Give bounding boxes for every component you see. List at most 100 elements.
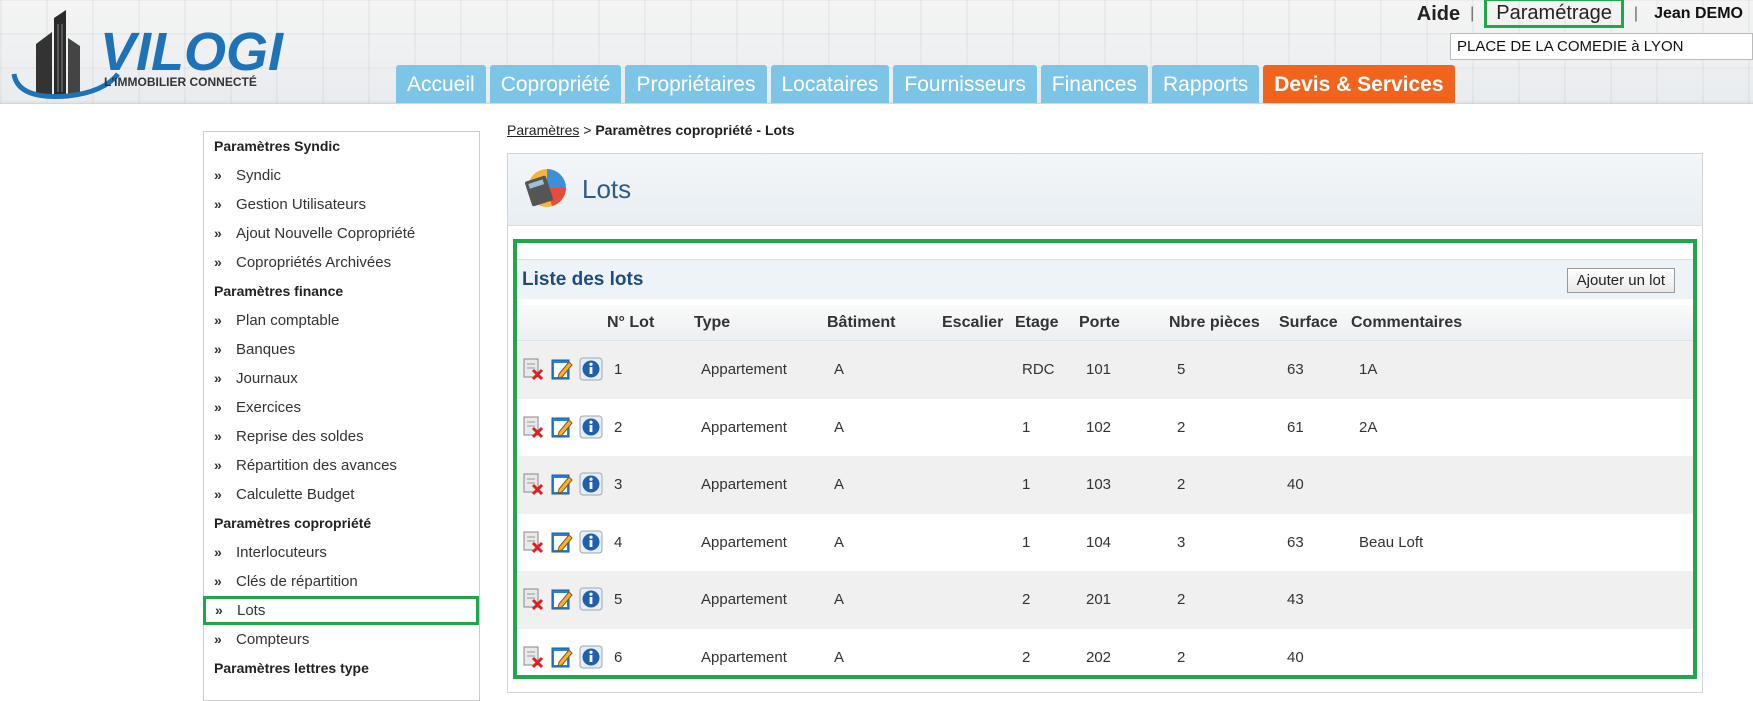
tab-rapports[interactable]: Rapports [1152, 65, 1260, 103]
column-header[interactable]: Escalier [942, 314, 1003, 332]
sidebar-item-interlocuteurs[interactable]: » Interlocuteurs [204, 538, 479, 567]
column-header[interactable]: Type [694, 314, 730, 332]
lot-pieces: 2 [1177, 591, 1186, 608]
lot-batiment: A [834, 591, 845, 608]
lot-commentaire: 2A [1359, 418, 1378, 436]
lot-pieces: 5 [1177, 361, 1186, 378]
sidebar-item-label: Compteurs [236, 631, 310, 648]
lot-pieces: 2 [1177, 418, 1186, 436]
sidebar-item-label: Gestion Utilisateurs [236, 196, 367, 213]
sidebar-item-ajout-nouvelle-copropriete[interactable]: » Ajout Nouvelle Copropriété [204, 219, 479, 248]
aide-link[interactable]: Aide [1417, 3, 1460, 26]
tab-proprietaires[interactable]: Propriétaires [625, 65, 767, 103]
lot-batiment: A [834, 476, 845, 493]
lot-porte: 201 [1086, 591, 1112, 608]
chevron-right-icon: » [214, 341, 222, 357]
info-icon[interactable] [579, 530, 603, 554]
edit-icon[interactable] [550, 530, 574, 554]
chevron-right-icon: » [214, 573, 222, 589]
sidebar-item-calculette-budget[interactable]: » Calculette Budget [204, 480, 479, 509]
logo-tagline: L'IMMOBILIER CONNECTÉ [104, 74, 257, 89]
info-icon[interactable] [579, 645, 603, 669]
sidebar-item-reprise-des-soldes[interactable]: » Reprise des soldes [204, 422, 479, 451]
table-row: 3 Appartement A 1 103 2 40 [517, 456, 1693, 514]
logo-wordmark: VILOGI [100, 22, 284, 82]
column-header[interactable]: Porte [1079, 314, 1120, 332]
chevron-right-icon: » [214, 254, 222, 270]
breadcrumb-parametres-link[interactable]: Paramètres [507, 122, 579, 138]
sidebar-item-plan-comptable[interactable]: » Plan comptable [204, 306, 479, 335]
table-row: 6 Appartement A 2 202 2 40 [517, 629, 1693, 676]
chevron-right-icon: » [214, 370, 222, 386]
edit-icon[interactable] [550, 472, 574, 496]
delete-icon[interactable] [521, 645, 545, 669]
tab-accueil[interactable]: Accueil [396, 65, 486, 103]
column-header[interactable]: Nbre pièces [1169, 314, 1260, 332]
list-title: Liste des lots [522, 268, 644, 290]
sidebar-item-label: Exercices [236, 399, 302, 416]
sidebar-item-syndic[interactable]: » Syndic [204, 161, 479, 190]
info-icon[interactable] [579, 357, 603, 381]
sidebar-item-label: Clés de répartition [236, 573, 358, 590]
lot-surface: 43 [1287, 591, 1304, 608]
tab-finances[interactable]: Finances [1040, 65, 1148, 103]
tab-fournisseurs[interactable]: Fournisseurs [893, 65, 1037, 103]
add-lot-button[interactable]: Ajouter un lot [1566, 268, 1675, 293]
sidebar-item-label: Calculette Budget [236, 486, 355, 503]
vilogi-logo[interactable]: VILOGI L'IMMOBILIER CONNECTÉ [8, 4, 328, 103]
info-icon[interactable] [579, 415, 603, 439]
sidebar-item-journaux[interactable]: » Journaux [204, 364, 479, 393]
info-icon[interactable] [579, 587, 603, 611]
delete-icon[interactable] [521, 472, 545, 496]
delete-icon[interactable] [521, 530, 545, 554]
column-header[interactable]: Commentaires [1351, 314, 1462, 332]
lot-porte: 102 [1086, 418, 1112, 436]
sidebar-item-lots[interactable]: » Lots [203, 596, 479, 625]
separator: | [1470, 5, 1475, 22]
sidebar-item-compteurs[interactable]: » Compteurs [204, 625, 479, 654]
chevron-right-icon: » [214, 399, 222, 415]
edit-icon[interactable] [550, 415, 574, 439]
sidebar-item-gestion-utilisateurs[interactable]: » Gestion Utilisateurs [204, 190, 479, 219]
settings-sidebar: Paramètres Syndic » Syndic » Gestion Utilisa… [203, 131, 480, 701]
table-header: N° Lot Type Bâtiment Escalier Etage Porte Nbre… [517, 305, 1693, 341]
lot-type: Appartement [701, 533, 787, 551]
sidebar-item-label: Reprise des soldes [236, 428, 364, 445]
delete-icon[interactable] [521, 415, 545, 439]
column-header[interactable]: Surface [1279, 314, 1338, 332]
sidebar-item-coproprietes-archivees[interactable]: » Copropriétés Archivées [204, 248, 479, 277]
lot-surface: 63 [1287, 361, 1304, 378]
tab-devis-services[interactable]: Devis & Services [1263, 65, 1455, 103]
edit-icon[interactable] [550, 645, 574, 669]
sidebar-item-label: Lots [237, 602, 266, 619]
lot-etage: 2 [1022, 591, 1031, 608]
info-icon[interactable] [579, 472, 603, 496]
lot-type: Appartement [701, 648, 787, 666]
sidebar-item-banques[interactable]: » Banques [204, 335, 479, 364]
sidebar-item-cles-de-repartition[interactable]: » Clés de répartition [204, 567, 479, 596]
column-header[interactable]: Etage [1015, 314, 1059, 332]
delete-icon[interactable] [521, 587, 545, 611]
edit-icon[interactable] [550, 357, 574, 381]
chevron-right-icon: » [214, 196, 222, 212]
sidebar-item-exercices[interactable]: » Exercices [204, 393, 479, 422]
lots-list-frame: Liste des lots Ajouter un lot N° Lot Type… [513, 239, 1697, 679]
sidebar-item-repartition-des-avances[interactable]: » Répartition des avances [204, 451, 479, 480]
column-header[interactable]: N° Lot [607, 314, 654, 332]
tab-locataires[interactable]: Locataires [770, 65, 890, 103]
edit-icon[interactable] [550, 587, 574, 611]
user-name[interactable]: Jean DEMO [1654, 5, 1743, 23]
breadcrumb: Paramètres > Paramètres copropriété - Lo… [507, 122, 795, 138]
parametrage-link[interactable]: Paramétrage [1484, 0, 1624, 28]
column-header[interactable]: Bâtiment [827, 314, 895, 332]
sidebar-item-label: Copropriétés Archivées [236, 254, 392, 271]
chevron-right-icon: » [214, 544, 222, 560]
sidebar-item-label: Répartition des avances [236, 457, 397, 474]
lot-commentaire: Beau Loft [1359, 533, 1424, 551]
lot-batiment: A [834, 648, 845, 666]
delete-icon[interactable] [521, 357, 545, 381]
tab-copropriete[interactable]: Copropriété [489, 65, 622, 103]
copropriete-selector[interactable]: PLACE DE LA COMEDIE à LYON [1450, 33, 1753, 60]
table-row: 5 Appartement A 2 201 2 43 [517, 571, 1693, 629]
table-row: 4 Appartement A 1 104 3 63 Beau Loft [517, 514, 1693, 572]
